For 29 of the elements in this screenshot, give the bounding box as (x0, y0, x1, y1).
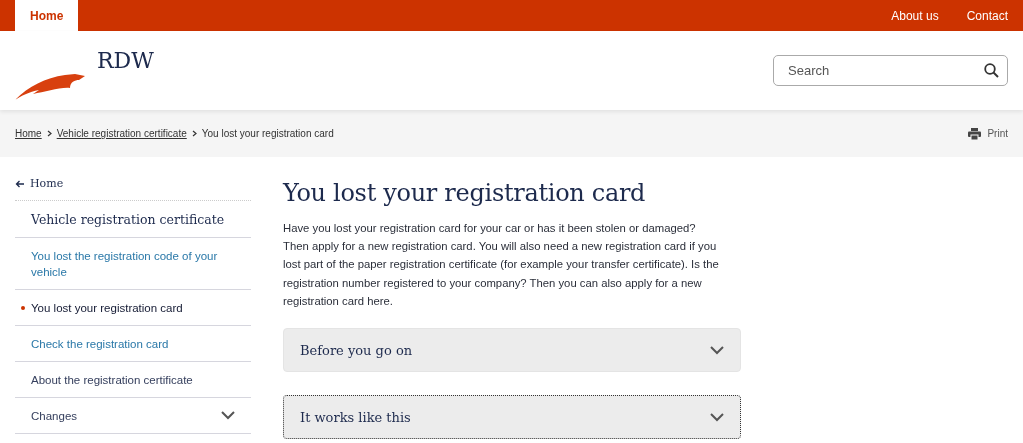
nav-link[interactable]: Contact (966, 0, 1008, 31)
chevron-icon (710, 345, 724, 355)
sidebar-item[interactable]: About the registration certificate (15, 362, 251, 398)
logo-text: RDW (97, 48, 154, 73)
nav-link[interactable]: About us (891, 0, 939, 31)
accordion-header[interactable]: Before you go on (283, 328, 741, 372)
page-title: You lost your registration card (283, 179, 647, 207)
sidebar-item[interactable]: Changes (15, 398, 251, 434)
sidebar-item[interactable]: You lost your registration card (15, 290, 251, 326)
chevron-icon (710, 412, 724, 422)
nav-tab[interactable]: Home (15, 0, 79, 31)
chevron-right-icon (46, 130, 52, 137)
breadcrumb-current: You lost your registration card (201, 128, 334, 139)
current-dot-icon (21, 305, 25, 310)
sidebar-item[interactable]: Check the registration card (15, 326, 251, 362)
search-icon[interactable] (984, 63, 999, 78)
print-link[interactable]: Print (987, 128, 1008, 139)
chevron-right-icon (191, 130, 197, 137)
sidebar-item[interactable]: You lost the registration code of your vehicle (15, 238, 251, 290)
breadcrumb-link[interactable]: Vehicle registration certificate (56, 128, 187, 139)
arrow-left-icon (15, 179, 25, 188)
sidebar-title: Vehicle registration certificate (15, 201, 251, 238)
chevron-icon (221, 411, 235, 420)
accordion-header[interactable]: It works like this (283, 395, 741, 439)
intro-paragraph: Have you lost your registration card for your car or has it been stolen or damaged? Then apply for a new registration card. You will also need a new registration card if you lost part of the paper registration certificate (for example your transfer certificate). Is the registration number registered to your company? Then you can also apply for a new registration card here. (283, 221, 720, 309)
back-link[interactable]: Home (30, 177, 64, 190)
breadcrumb-link[interactable]: Home (15, 128, 42, 139)
printer-icon[interactable] (968, 127, 982, 140)
search-field[interactable]: Search (773, 55, 1008, 86)
